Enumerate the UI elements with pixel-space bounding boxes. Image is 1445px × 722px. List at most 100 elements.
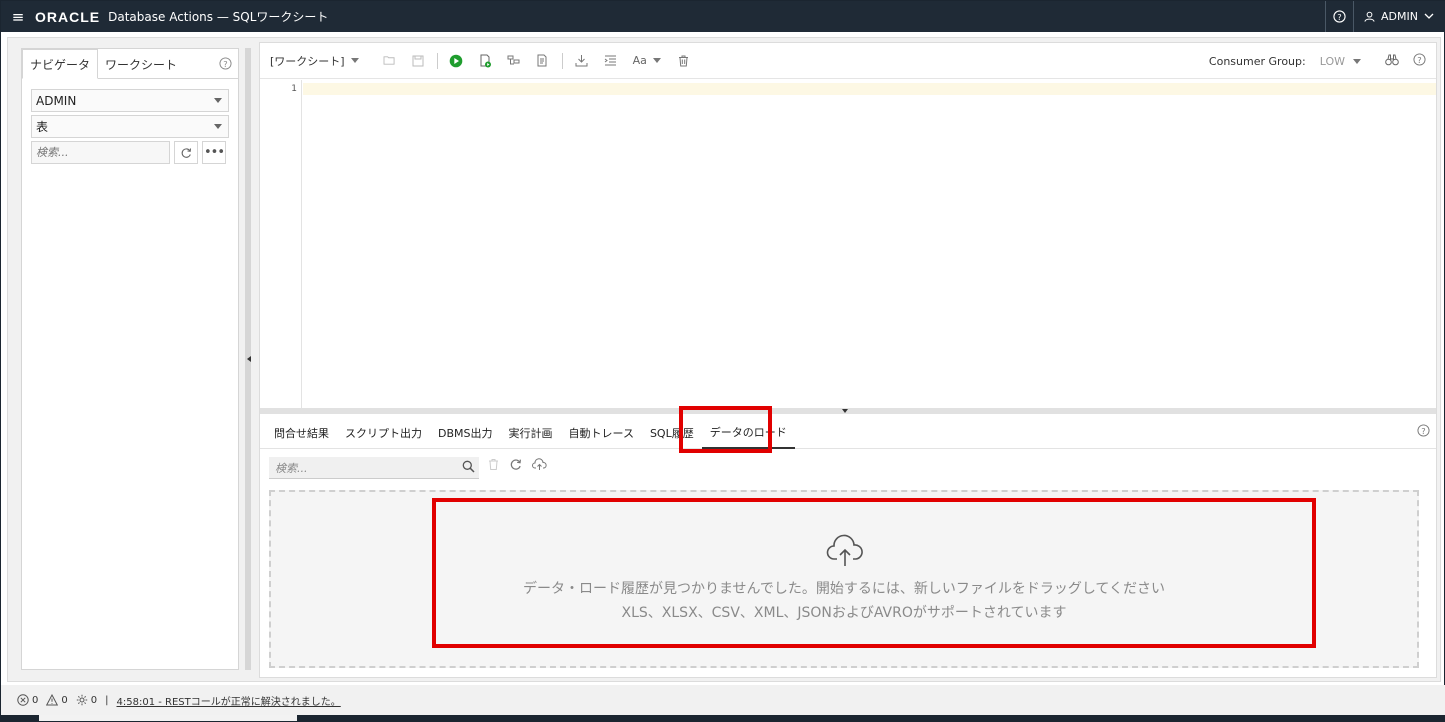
worksheet-help-icon[interactable]: ? <box>1413 53 1426 69</box>
navigator-panel: ナビゲータ ワークシート ? ADMIN 表 ••• <box>21 48 239 670</box>
refresh-button[interactable] <box>174 141 198 164</box>
user-menu[interactable]: ADMIN <box>1353 1 1445 32</box>
svg-text:?: ? <box>1421 426 1425 436</box>
toolbar-right: Consumer Group: LOW ? <box>1209 43 1426 79</box>
top-header: ≡ ORACLE Database Actions — SQLワークシート ? … <box>1 1 1445 32</box>
consumer-group-dropdown[interactable]: LOW <box>1320 55 1361 68</box>
open-folder-icon[interactable] <box>375 49 404 73</box>
caret-down-icon <box>1353 58 1361 64</box>
toolbar-separator <box>436 52 438 69</box>
data-load-search-placeholder: 検索... <box>275 461 308 475</box>
explain-plan-icon[interactable] <box>500 49 529 73</box>
status-bar: 0 0 0 | 4:58:01 - RESTコールが正常に解決されました。 <box>1 685 1445 715</box>
navigator-tabs: ナビゲータ ワークシート ? <box>22 49 238 79</box>
error-status[interactable]: 0 <box>17 694 38 706</box>
warning-status[interactable]: 0 <box>46 694 68 706</box>
run-script-icon[interactable] <box>471 49 500 73</box>
result-tabs: 問合せ結果 スクリプト出力 DBMS出力 実行計画 自動トレース SQL履歴 デ… <box>260 417 1436 449</box>
help-icon[interactable]: ? <box>1325 1 1353 32</box>
caret-down-icon <box>652 58 661 63</box>
schema-select-value: ADMIN <box>36 93 77 108</box>
toolbar-separator <box>561 52 563 69</box>
navigator-search-row: ••• <box>31 141 229 164</box>
cloud-upload-icon[interactable] <box>532 458 547 474</box>
user-name: ADMIN <box>1381 10 1418 23</box>
error-icon <box>17 694 29 706</box>
gear-icon <box>76 694 87 706</box>
status-separator: | <box>105 694 109 706</box>
line-number: 1 <box>291 84 297 94</box>
line-number-gutter: 1 <box>260 80 302 408</box>
caret-down-icon <box>350 58 359 63</box>
search-icon[interactable] <box>462 460 475 476</box>
hamburger-menu-icon[interactable]: ≡ <box>1 1 35 32</box>
svg-text:?: ? <box>1417 55 1421 65</box>
consumer-group-value: LOW <box>1319 54 1345 68</box>
editor-results-splitter[interactable] <box>260 408 1436 414</box>
user-icon <box>1364 11 1375 22</box>
run-statement-icon[interactable] <box>442 49 471 73</box>
tab-data-load[interactable]: データのロード <box>701 417 795 449</box>
navigator-search-input[interactable] <box>31 141 170 164</box>
clear-trash-icon[interactable] <box>669 49 698 73</box>
chevron-down-icon <box>1424 13 1434 19</box>
consumer-group-label: Consumer Group: <box>1208 54 1306 68</box>
task-count: 0 <box>90 694 98 706</box>
data-load-tools <box>488 458 547 474</box>
tab-worksheets[interactable]: ワークシート <box>98 49 184 79</box>
warning-count: 0 <box>61 694 68 706</box>
oracle-logo: ORACLE <box>35 8 101 25</box>
app-window: ≡ ORACLE Database Actions — SQLワークシート ? … <box>0 0 1445 722</box>
autotrace-icon[interactable] <box>529 49 558 73</box>
results-help-icon[interactable]: ? <box>1417 424 1430 440</box>
tab-script-output[interactable]: スクリプト出力 <box>337 417 430 449</box>
download-icon[interactable] <box>567 49 596 73</box>
data-load-panel: 検索... データ・ロード履歴が見つかりませんでした。開始するには、新しいファイ… <box>266 454 1430 676</box>
worksheet-dropdown[interactable]: [ワークシート] <box>270 53 359 69</box>
worksheet-area: [ワークシート] Aa Consumer Group: LOW ? 1 問合せ結… <box>259 42 1437 678</box>
data-load-search[interactable]: 検索... <box>269 457 479 479</box>
svg-text:?: ? <box>223 59 227 69</box>
warning-icon <box>46 694 59 706</box>
ellipsis-icon: ••• <box>203 144 225 160</box>
worksheet-toolbar: [ワークシート] Aa Consumer Group: LOW ? <box>260 43 1436 79</box>
find-binoculars-icon[interactable] <box>1385 54 1399 69</box>
error-count: 0 <box>32 694 39 706</box>
collapse-down-icon[interactable] <box>842 409 848 413</box>
tab-sql-history[interactable]: SQL履歴 <box>642 417 702 449</box>
refresh-icon <box>181 147 192 158</box>
refresh-icon[interactable] <box>509 458 522 474</box>
taskbar-item <box>39 715 297 721</box>
schema-select[interactable]: ADMIN <box>31 89 229 112</box>
delete-icon[interactable] <box>488 458 499 474</box>
font-size-label: Aa <box>632 54 647 67</box>
caret-down-icon <box>214 124 222 129</box>
svg-text:?: ? <box>1337 12 1341 22</box>
tab-dbms-output[interactable]: DBMS出力 <box>430 417 501 449</box>
tab-autotrace[interactable]: 自動トレース <box>561 417 642 449</box>
active-line-highlight <box>303 83 1436 95</box>
caret-down-icon <box>214 98 222 103</box>
worksheet-dropdown-label: [ワークシート] <box>270 54 345 68</box>
file-drop-zone[interactable]: データ・ロード履歴が見つかりませんでした。開始するには、新しいファイルをドラッグ… <box>269 490 1419 668</box>
object-type-select[interactable]: 表 <box>31 115 229 138</box>
more-options-button[interactable]: ••• <box>202 141 226 164</box>
font-size-dropdown[interactable]: Aa <box>633 54 661 67</box>
tab-navigator[interactable]: ナビゲータ <box>22 49 99 79</box>
tab-explain-plan[interactable]: 実行計画 <box>501 417 561 449</box>
task-status[interactable]: 0 <box>76 694 97 706</box>
navigator-help-icon[interactable]: ? <box>219 57 232 73</box>
drop-zone-supported-formats: XLS、XLSX、CSV、XML、JSONおよびAVROがサポートされています <box>621 605 1067 621</box>
cloud-upload-icon <box>826 534 864 571</box>
workspace: ナビゲータ ワークシート ? ADMIN 表 ••• <box>7 37 1441 682</box>
collapse-left-icon[interactable] <box>247 356 251 362</box>
format-code-icon[interactable] <box>596 49 625 73</box>
tab-query-result[interactable]: 問合せ結果 <box>266 417 337 449</box>
save-icon[interactable] <box>404 49 433 73</box>
drop-zone-empty-message: データ・ロード履歴が見つかりませんでした。開始するには、新しいファイルをドラッグ… <box>522 581 1166 597</box>
app-title: Database Actions — SQLワークシート <box>108 10 329 24</box>
status-message-link[interactable]: 4:58:01 - RESTコールが正常に解決されました。 <box>117 693 341 708</box>
sql-editor[interactable]: 1 <box>260 80 1436 408</box>
object-type-select-value: 表 <box>36 120 49 134</box>
header-right: ? ADMIN <box>1325 1 1445 32</box>
